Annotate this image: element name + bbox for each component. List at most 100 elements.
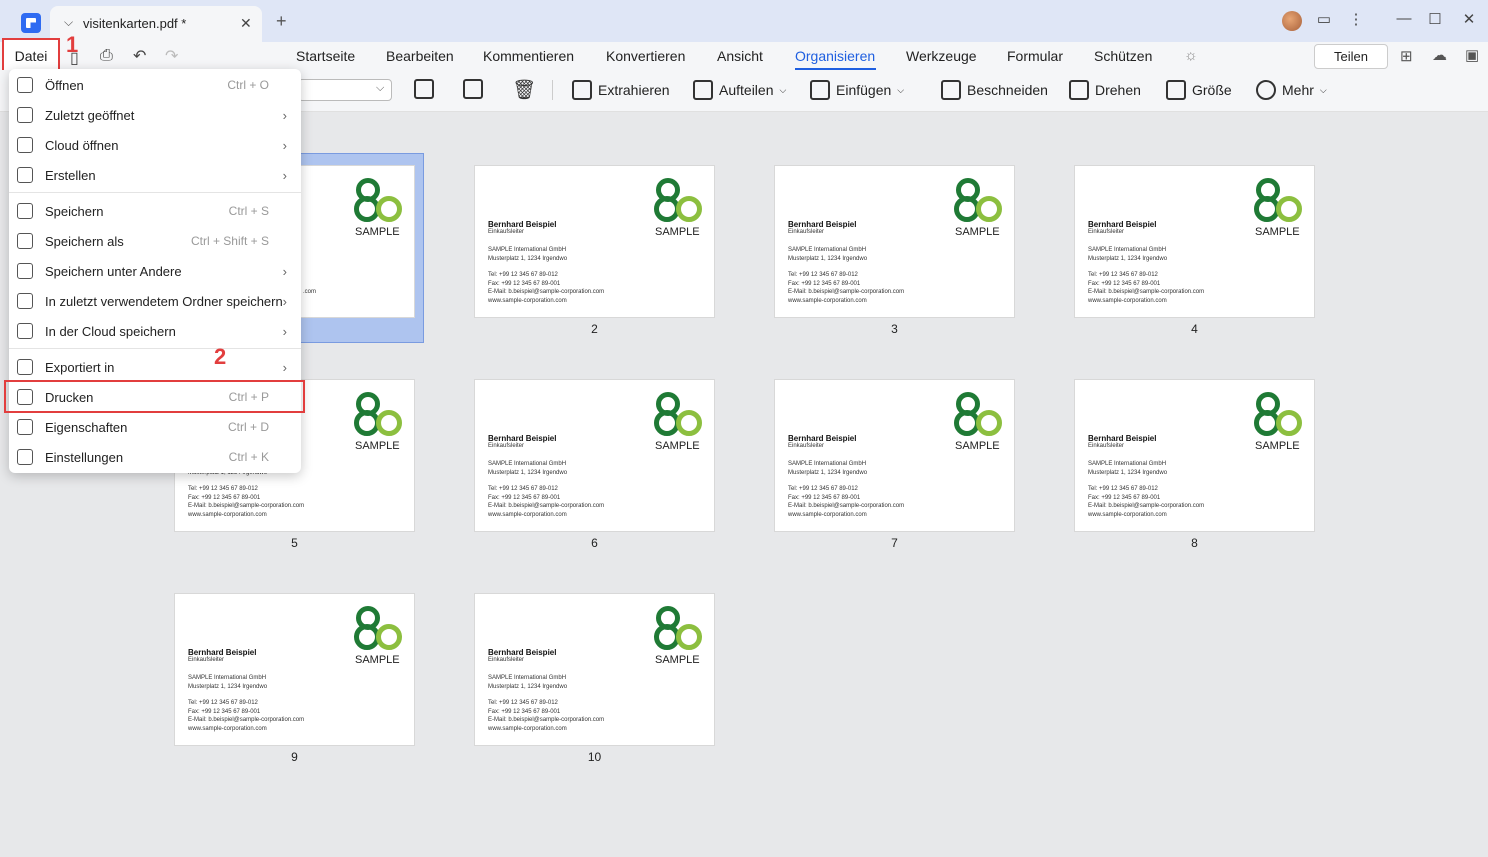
maximize-icon[interactable]: ☐ <box>1423 10 1447 28</box>
page-thumbnail[interactable]: SAMPLE Bernhard BeispielEinkaufsleiter SAM… <box>174 593 415 746</box>
split-button[interactable]: Aufteilen ⌵ <box>693 80 786 100</box>
tab-ansicht[interactable]: Ansicht <box>717 48 763 64</box>
menu-item-7[interactable]: In zuletzt verwendetem Ordner speichern › <box>9 286 301 316</box>
rotate-label: Drehen <box>1095 82 1141 98</box>
tab-werkzeuge[interactable]: Werkzeuge <box>906 48 977 64</box>
page-left-icon[interactable] <box>414 79 434 104</box>
menu-item-label: Eigenschaften <box>45 419 128 435</box>
card-contact: Tel: +99 12 345 67 89-012 Fax: +99 12 345… <box>188 699 304 733</box>
card-address: Musterplatz 1, 1234 Irgendwo <box>488 683 568 690</box>
minimize-icon[interactable]: — <box>1392 10 1416 27</box>
menu-item-12[interactable]: Einstellungen Ctrl + K <box>9 442 301 472</box>
card-title: Einkaufsleiter <box>488 229 525 235</box>
more-options-icon[interactable]: ⋮ <box>1344 10 1368 28</box>
menu-separator <box>9 192 301 193</box>
card-address: Musterplatz 1, 1234 Irgendwo <box>788 469 868 476</box>
card-name: Bernhard Beispiel <box>1088 220 1157 229</box>
card-name: Bernhard Beispiel <box>1088 434 1157 443</box>
menu-item-1[interactable]: Zuletzt geöffnet › <box>9 100 301 130</box>
avatar[interactable] <box>1282 11 1302 31</box>
tab-formular[interactable]: Formular <box>1007 48 1063 64</box>
logo-text: SAMPLE <box>655 654 700 666</box>
page-thumbnail[interactable]: SAMPLE Bernhard BeispielEinkaufsleiter SAM… <box>474 165 715 318</box>
insert-button[interactable]: Einfügen ⌵ <box>810 80 904 100</box>
crop-button[interactable]: Beschneiden <box>941 80 1048 100</box>
tab-konvertieren[interactable]: Konvertieren <box>606 48 685 64</box>
file-menu-button[interactable]: Datei <box>2 38 60 73</box>
card-title: Einkaufsleiter <box>488 657 525 663</box>
menu-item-5[interactable]: Speichern als Ctrl + Shift + S <box>9 226 301 256</box>
card-contact: Tel: +99 12 345 67 89-012 Fax: +99 12 345… <box>788 271 904 305</box>
page-thumbnail[interactable]: SAMPLE Bernhard BeispielEinkaufsleiter SAM… <box>1074 379 1315 532</box>
chevron-right-icon: › <box>282 107 287 123</box>
card-tel: Tel: +99 12 345 67 89-012 <box>488 700 558 706</box>
card-address: Musterplatz 1, 1234 Irgendwo <box>1088 255 1168 262</box>
more-button[interactable]: Mehr ⌵ <box>1256 80 1327 100</box>
chevron-right-icon: › <box>282 167 287 183</box>
menu-item-6[interactable]: Speichern unter Andere › <box>9 256 301 286</box>
app-window: ⌵ visitenkarten.pdf * ✕ + ▭ ⋮ — ☐ ✕ Date… <box>0 0 1488 857</box>
menu-separator <box>9 348 301 349</box>
tab-kommentieren[interactable]: Kommentieren <box>483 48 574 64</box>
close-window-icon[interactable]: ✕ <box>1457 10 1481 28</box>
insert-label: Einfügen <box>836 82 892 98</box>
page-thumbnail[interactable]: SAMPLE Bernhard BeispielEinkaufsleiter SAM… <box>774 165 1015 318</box>
sitemap-icon[interactable]: ⊞ <box>1400 47 1413 65</box>
menu-item-0[interactable]: Öffnen Ctrl + O <box>9 70 301 100</box>
print-icon[interactable]: ⎙ <box>100 47 113 65</box>
menu-item-8[interactable]: In der Cloud speichern › <box>9 316 301 346</box>
card-title: Einkaufsleiter <box>1088 229 1125 235</box>
size-label: Größe <box>1192 82 1232 98</box>
cloud-upload-icon[interactable]: ☁ <box>1432 46 1447 64</box>
extract-button[interactable]: Extrahieren <box>572 80 670 100</box>
lightbulb-icon[interactable]: ☼ <box>1184 47 1198 64</box>
redo-icon[interactable]: ↷ <box>165 46 178 66</box>
tab-organisieren[interactable]: Organisieren <box>795 48 875 64</box>
page-thumbnail[interactable]: SAMPLE Bernhard BeispielEinkaufsleiter SAM… <box>474 379 715 532</box>
card-name: Bernhard Beispiel <box>488 434 557 443</box>
page-thumbnail[interactable]: SAMPLE Bernhard BeispielEinkaufsleiter SAM… <box>474 593 715 746</box>
page-right-icon[interactable] <box>463 79 483 104</box>
trash-icon[interactable]: 🗑 <box>512 78 536 102</box>
card-fax: Fax: +99 12 345 67 89-001 <box>1088 280 1161 287</box>
insert-icon <box>810 80 830 100</box>
panel-icon[interactable]: ▣ <box>1465 46 1479 64</box>
card-company: SAMPLE International GmbH Musterplatz 1, … <box>188 674 267 691</box>
chevron-down-icon[interactable]: ⌵ <box>64 15 73 30</box>
page-thumbnail[interactable]: SAMPLE Bernhard BeispielEinkaufsleiter SAM… <box>774 379 1015 532</box>
sample-logo-icon <box>354 392 402 438</box>
size-button[interactable]: Größe <box>1166 80 1232 100</box>
folder-icon <box>17 293 33 309</box>
card-web: www.sample-corporation.com <box>488 297 567 304</box>
card-email: E-Mail: b.beispiel@sample-corporation.co… <box>488 289 605 295</box>
tab-bearbeiten[interactable]: Bearbeiten <box>386 48 454 64</box>
clock-icon <box>17 107 33 123</box>
close-tab-icon[interactable]: ✕ <box>240 15 252 32</box>
tab-schuetzen[interactable]: Schützen <box>1094 48 1152 64</box>
menu-item-4[interactable]: Speichern Ctrl + S <box>9 196 301 226</box>
card-contact: Tel: +99 12 345 67 89-012 Fax: +99 12 345… <box>1088 485 1204 519</box>
card-company: SAMPLE International GmbH Musterplatz 1, … <box>1088 460 1167 477</box>
print-highlight-box <box>4 380 305 413</box>
card-email: E-Mail: b.beispiel@sample-corporation.co… <box>788 503 905 509</box>
undo-icon[interactable]: ↶ <box>133 46 146 66</box>
menu-item-3[interactable]: Erstellen › <box>9 160 301 190</box>
menu-item-11[interactable]: Eigenschaften Ctrl + D <box>9 412 301 442</box>
new-tab-icon[interactable]: + <box>276 11 287 32</box>
share-button[interactable]: Teilen <box>1314 44 1388 69</box>
rotate-button[interactable]: Drehen <box>1069 80 1141 100</box>
menu-item-2[interactable]: Cloud öffnen › <box>9 130 301 160</box>
card-fax: Fax: +99 12 345 67 89-001 <box>488 280 561 287</box>
document-tab[interactable]: ⌵ visitenkarten.pdf * ✕ <box>50 6 262 42</box>
tab-startseite[interactable]: Startseite <box>296 48 355 64</box>
card-email: E-Mail: b.beispiel@sample-corporation.co… <box>188 503 305 509</box>
menu-item-9[interactable]: Exportiert in › <box>9 352 301 382</box>
card-title: Einkaufsleiter <box>788 229 825 235</box>
properties-icon <box>17 419 33 435</box>
card-fax: Fax: +99 12 345 67 89-001 <box>488 494 561 501</box>
card-company: SAMPLE International GmbH Musterplatz 1, … <box>1088 246 1167 263</box>
app-logo-icon <box>21 13 41 33</box>
page-thumbnail[interactable]: SAMPLE Bernhard BeispielEinkaufsleiter SAM… <box>1074 165 1315 318</box>
feedback-icon[interactable]: ▭ <box>1312 10 1336 28</box>
save-icon[interactable]: ▯ <box>70 48 79 68</box>
